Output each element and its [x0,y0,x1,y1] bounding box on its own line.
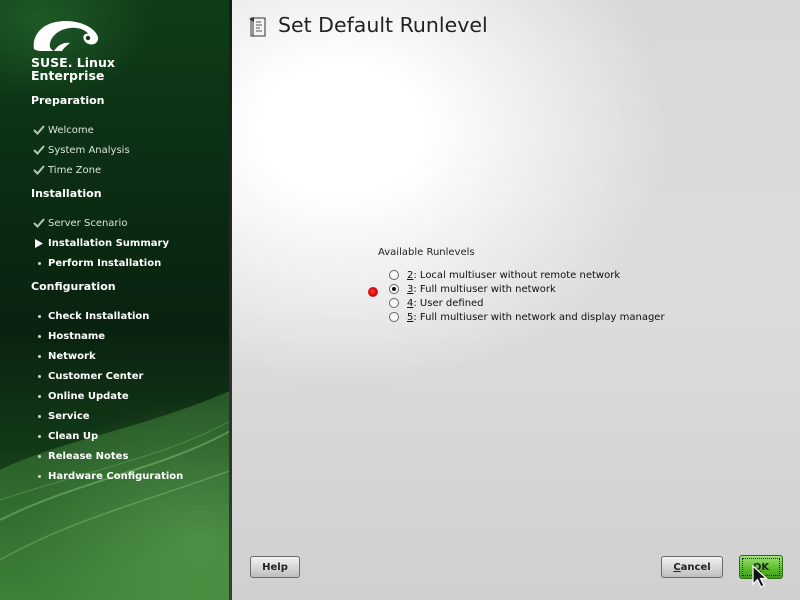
runlevel-document-icon [249,17,266,37]
runlevel-label: : Local multiuser without remote network [413,269,621,281]
checkmark-icon [30,165,48,175]
brand-line-2: Enterprise [31,68,105,83]
pending-dot-icon [30,354,48,358]
help-button[interactable]: Help [250,556,300,578]
sidebar-item-label: Perform Installation [48,257,162,269]
runlevel-option-3[interactable]: 3 : Full multiuser with network [389,282,556,296]
runlevel-option-5[interactable]: 5 : Full multiuser with network and disp… [389,310,665,324]
checkmark-icon [30,218,48,228]
sidebar-item-label: Time Zone [48,164,102,176]
pending-dot-icon [30,394,48,398]
sidebar-item-installation-summary: Installation Summary [30,235,169,251]
runlevel-option-4[interactable]: 4 : User defined [389,296,484,310]
runlevel-option-2[interactable]: 2 : Local multiuser without remote netwo… [389,268,620,282]
sidebar-item-label: Installation Summary [48,237,169,249]
runlevel-label: : Full multiuser with network and displa… [413,311,665,323]
sidebar-item-clean-up: Clean Up [30,428,98,444]
radio-button[interactable] [389,298,399,308]
runlevel-label: : Full multiuser with network [413,283,556,295]
pending-dot-icon [30,454,48,458]
sidebar-item-label: Hostname [48,330,106,342]
main-panel: Set Default Runlevel Available Runlevels… [232,0,800,600]
sidebar-item-label: Online Update [48,390,129,402]
sidebar-item-label: Customer Center [48,370,144,382]
sidebar-item-label: System Analysis [48,144,130,156]
page-title: Set Default Runlevel [278,13,488,37]
sidebar-background-swoosh [0,390,232,600]
pending-dot-icon [30,434,48,438]
pending-dot-icon [30,314,48,318]
cancel-mnemonic: C [673,561,681,573]
sidebar-item-time-zone: Time Zone [30,162,101,178]
sidebar-item-label: Hardware Configuration [48,470,184,482]
pending-dot-icon [30,474,48,478]
radio-button-selected[interactable] [389,284,399,294]
pending-dot-icon [30,374,48,378]
section-title-installation: Installation [31,187,102,200]
sidebar-item-label: Welcome [48,124,94,136]
section-title-preparation: Preparation [31,94,105,107]
runlevel-label: : User defined [413,297,484,309]
current-step-arrow-icon [30,238,48,248]
sidebar-item-hostname: Hostname [30,328,105,344]
sidebar-item-label: Service [48,410,90,422]
cancel-button[interactable]: Cancel [661,556,723,578]
pending-dot-icon [30,334,48,338]
sidebar: SUSE. Linux Enterprise Preparation Welco… [0,0,232,600]
sidebar-item-label: Clean Up [48,430,99,442]
sidebar-item-welcome: Welcome [30,122,94,138]
radio-button[interactable] [389,270,399,280]
sidebar-item-label: Network [48,350,96,362]
sidebar-item-customer-center: Customer Center [30,368,143,384]
selection-marker-dot [368,287,378,297]
sidebar-item-online-update: Online Update [30,388,129,404]
pending-dot-icon [30,261,48,265]
sidebar-item-hardware-configuration: Hardware Configuration [30,468,183,484]
sidebar-item-perform-installation: Perform Installation [30,255,161,271]
suse-chameleon-logo [33,20,99,51]
section-title-configuration: Configuration [31,280,116,293]
cancel-label: ancel [680,561,711,573]
sidebar-item-release-notes: Release Notes [30,448,128,464]
pending-dot-icon [30,414,48,418]
sidebar-item-label: Release Notes [48,450,129,462]
sidebar-item-service: Service [30,408,90,424]
sidebar-item-server-scenario: Server Scenario [30,215,127,231]
checkmark-icon [30,145,48,155]
sidebar-item-system-analysis: System Analysis [30,142,130,158]
brand-name: SUSE. Linux Enterprise [31,56,115,82]
runlevels-group-label: Available Runlevels [378,247,475,258]
radio-button[interactable] [389,312,399,322]
sidebar-item-label: Check Installation [48,310,150,322]
sidebar-item-check-installation: Check Installation [30,308,149,324]
checkmark-icon [30,125,48,135]
mouse-pointer-icon [752,565,768,588]
sidebar-item-network: Network [30,348,96,364]
sidebar-item-label: Server Scenario [48,217,128,229]
